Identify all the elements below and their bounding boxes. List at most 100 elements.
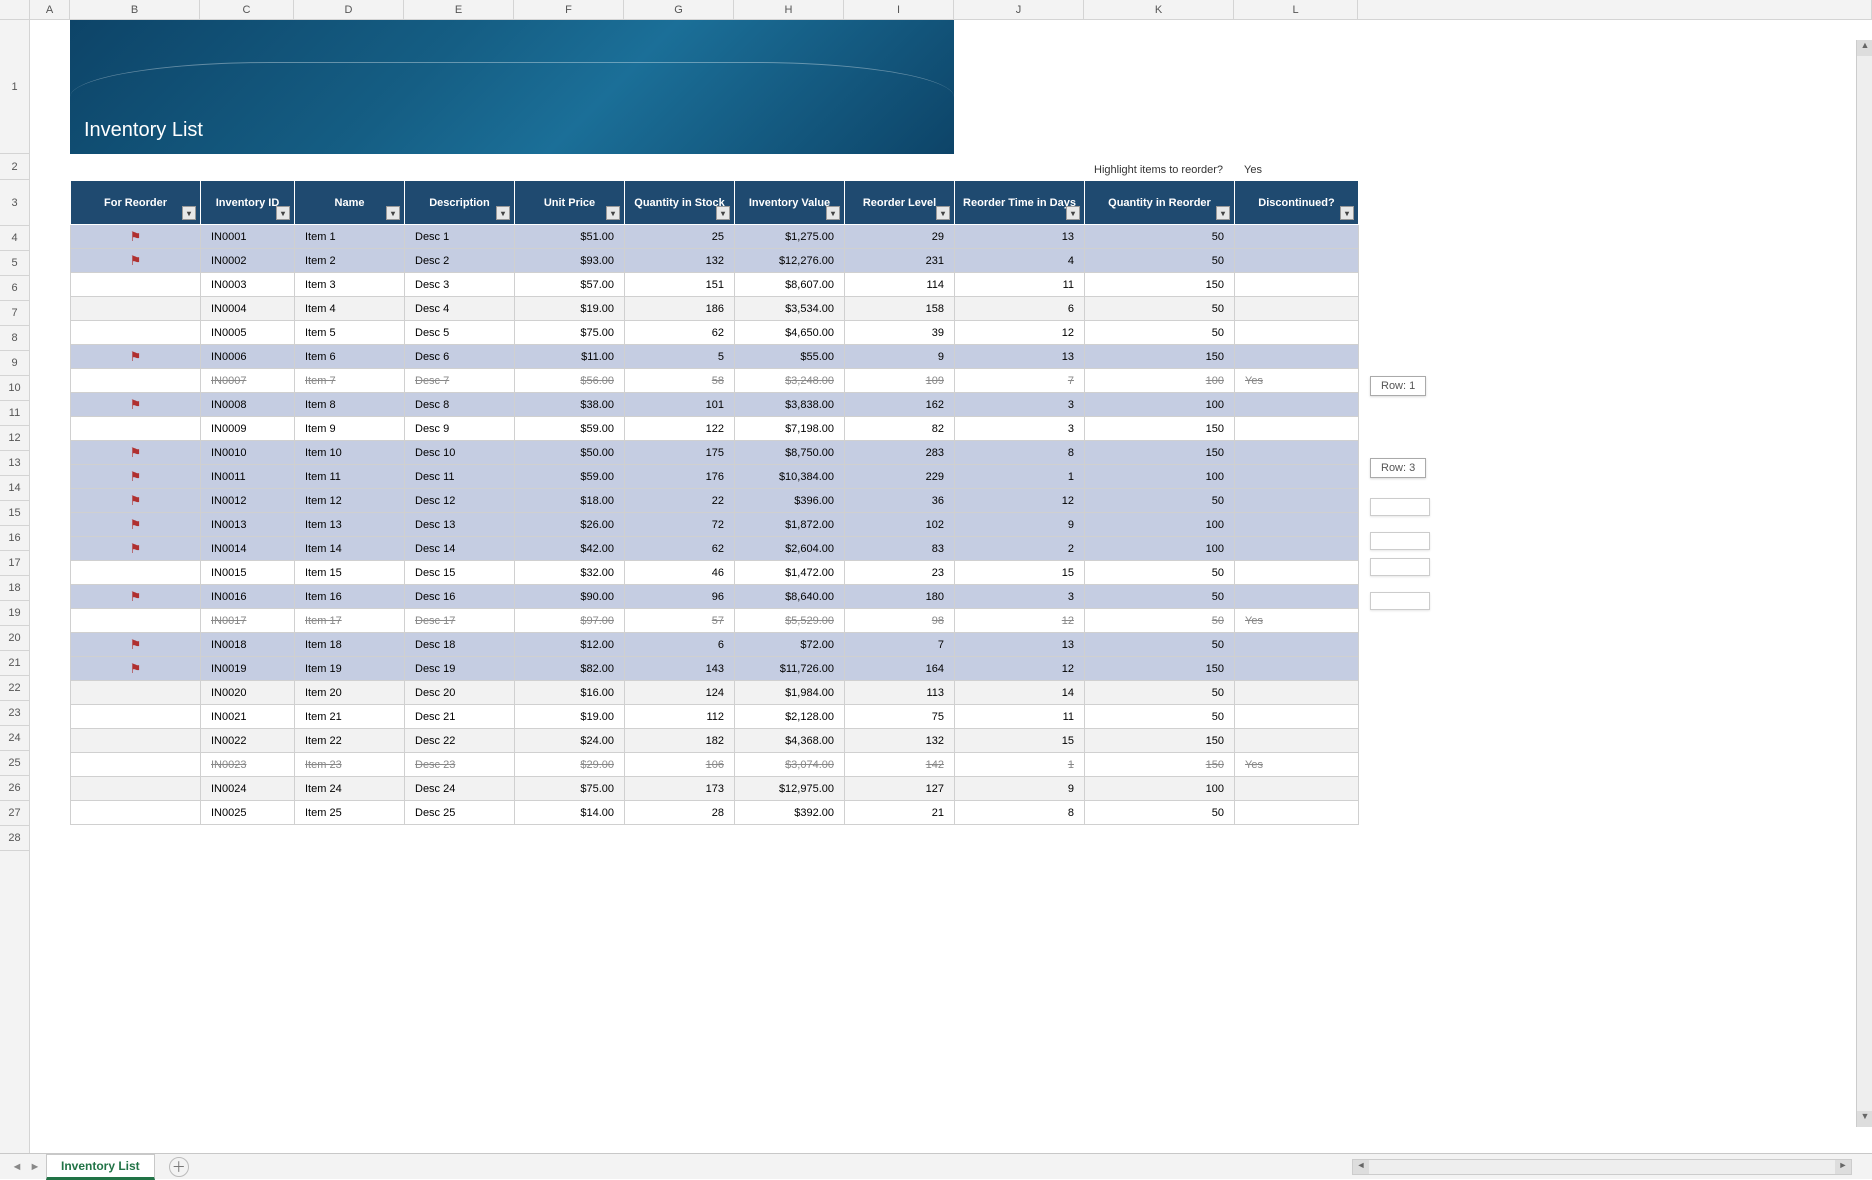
discontinued[interactable]: Yes <box>1235 609 1359 633</box>
reorder-flag[interactable]: ⚑ <box>71 465 201 489</box>
qty-reorder[interactable]: 150 <box>1085 345 1235 369</box>
reorder-level[interactable]: 114 <box>845 273 955 297</box>
reorder-days[interactable]: 9 <box>955 513 1085 537</box>
filter-dropdown-icon[interactable]: ▾ <box>276 206 290 220</box>
discontinued[interactable] <box>1235 273 1359 297</box>
qty-reorder[interactable]: 100 <box>1085 777 1235 801</box>
reorder-days[interactable]: 12 <box>955 489 1085 513</box>
inventory-id[interactable]: IN0022 <box>201 729 295 753</box>
table-row[interactable]: IN0015Item 15Desc 15$32.0046$1,472.00231… <box>71 561 1359 585</box>
item-name[interactable]: Item 6 <box>295 345 405 369</box>
filter-dropdown-icon[interactable]: ▾ <box>496 206 510 220</box>
unit-price[interactable]: $12.00 <box>515 633 625 657</box>
col-quantity-in-stock[interactable]: Quantity in Stock▾ <box>625 181 735 225</box>
unit-price[interactable]: $11.00 <box>515 345 625 369</box>
inventory-id[interactable]: IN0003 <box>201 273 295 297</box>
inventory-value[interactable]: $12,276.00 <box>735 249 845 273</box>
unit-price[interactable]: $59.00 <box>515 417 625 441</box>
table-row[interactable]: ⚑IN0002Item 2Desc 2$93.00132$12,276.0023… <box>71 249 1359 273</box>
inventory-value[interactable]: $392.00 <box>735 801 845 825</box>
reorder-level[interactable]: 113 <box>845 681 955 705</box>
qty-stock[interactable]: 57 <box>625 609 735 633</box>
qty-stock[interactable]: 101 <box>625 393 735 417</box>
item-name[interactable]: Item 3 <box>295 273 405 297</box>
reorder-days[interactable]: 11 <box>955 273 1085 297</box>
item-name[interactable]: Item 25 <box>295 801 405 825</box>
inventory-value[interactable]: $3,838.00 <box>735 393 845 417</box>
reorder-days[interactable]: 3 <box>955 585 1085 609</box>
item-desc[interactable]: Desc 21 <box>405 705 515 729</box>
inventory-value[interactable]: $7,198.00 <box>735 417 845 441</box>
item-name[interactable]: Item 1 <box>295 225 405 249</box>
item-desc[interactable]: Desc 1 <box>405 225 515 249</box>
table-row[interactable]: ⚑IN0006Item 6Desc 6$11.005$55.00913150 <box>71 345 1359 369</box>
qty-stock[interactable]: 176 <box>625 465 735 489</box>
reorder-level[interactable]: 162 <box>845 393 955 417</box>
reorder-days[interactable]: 6 <box>955 297 1085 321</box>
item-desc[interactable]: Desc 14 <box>405 537 515 561</box>
row-header-6[interactable]: 6 <box>0 276 29 301</box>
inventory-value[interactable]: $4,650.00 <box>735 321 845 345</box>
inventory-value[interactable]: $55.00 <box>735 345 845 369</box>
qty-reorder[interactable]: 150 <box>1085 441 1235 465</box>
reorder-flag[interactable]: ⚑ <box>71 225 201 249</box>
inventory-value[interactable]: $8,607.00 <box>735 273 845 297</box>
item-name[interactable]: Item 12 <box>295 489 405 513</box>
qty-stock[interactable]: 72 <box>625 513 735 537</box>
inventory-id[interactable]: IN0024 <box>201 777 295 801</box>
unit-price[interactable]: $59.00 <box>515 465 625 489</box>
reorder-flag[interactable]: ⚑ <box>71 537 201 561</box>
qty-reorder[interactable]: 50 <box>1085 561 1235 585</box>
reorder-flag[interactable]: ⚑ <box>71 249 201 273</box>
add-sheet-button[interactable]: ＋ <box>169 1157 189 1177</box>
table-row[interactable]: IN0003Item 3Desc 3$57.00151$8,607.001141… <box>71 273 1359 297</box>
col-header-J[interactable]: J <box>954 0 1084 19</box>
item-desc[interactable]: Desc 11 <box>405 465 515 489</box>
row-header-27[interactable]: 27 <box>0 801 29 826</box>
item-desc[interactable]: Desc 20 <box>405 681 515 705</box>
item-desc[interactable]: Desc 22 <box>405 729 515 753</box>
item-desc[interactable]: Desc 18 <box>405 633 515 657</box>
reorder-flag[interactable] <box>71 801 201 825</box>
discontinued[interactable] <box>1235 225 1359 249</box>
qty-reorder[interactable]: 50 <box>1085 801 1235 825</box>
row-header-3[interactable]: 3 <box>0 180 29 226</box>
qty-reorder[interactable]: 100 <box>1085 393 1235 417</box>
reorder-level[interactable]: 164 <box>845 657 955 681</box>
comment-note[interactable]: Row: 3 <box>1370 458 1426 478</box>
item-desc[interactable]: Desc 5 <box>405 321 515 345</box>
reorder-level[interactable]: 127 <box>845 777 955 801</box>
discontinued[interactable] <box>1235 681 1359 705</box>
qty-stock[interactable]: 124 <box>625 681 735 705</box>
col-unit-price[interactable]: Unit Price▾ <box>515 181 625 225</box>
table-row[interactable]: ⚑IN0008Item 8Desc 8$38.00101$3,838.00162… <box>71 393 1359 417</box>
table-row[interactable]: ⚑IN0013Item 13Desc 13$26.0072$1,872.0010… <box>71 513 1359 537</box>
inventory-value[interactable]: $72.00 <box>735 633 845 657</box>
discontinued[interactable] <box>1235 729 1359 753</box>
unit-price[interactable]: $26.00 <box>515 513 625 537</box>
table-row[interactable]: IN0020Item 20Desc 20$16.00124$1,984.0011… <box>71 681 1359 705</box>
item-name[interactable]: Item 11 <box>295 465 405 489</box>
qty-stock[interactable]: 62 <box>625 321 735 345</box>
col-reorder-time-in-days[interactable]: Reorder Time in Days▾ <box>955 181 1085 225</box>
inventory-id[interactable]: IN0010 <box>201 441 295 465</box>
reorder-days[interactable]: 11 <box>955 705 1085 729</box>
item-name[interactable]: Item 24 <box>295 777 405 801</box>
qty-reorder[interactable]: 100 <box>1085 369 1235 393</box>
unit-price[interactable]: $50.00 <box>515 441 625 465</box>
table-row[interactable]: IN0009Item 9Desc 9$59.00122$7,198.008231… <box>71 417 1359 441</box>
item-name[interactable]: Item 2 <box>295 249 405 273</box>
unit-price[interactable]: $93.00 <box>515 249 625 273</box>
row-header-19[interactable]: 19 <box>0 601 29 626</box>
reorder-flag[interactable] <box>71 729 201 753</box>
item-desc[interactable]: Desc 15 <box>405 561 515 585</box>
filter-dropdown-icon[interactable]: ▾ <box>1066 206 1080 220</box>
item-desc[interactable]: Desc 25 <box>405 801 515 825</box>
discontinued[interactable] <box>1235 561 1359 585</box>
filter-dropdown-icon[interactable]: ▾ <box>1340 206 1354 220</box>
reorder-days[interactable]: 4 <box>955 249 1085 273</box>
unit-price[interactable]: $56.00 <box>515 369 625 393</box>
reorder-level[interactable]: 102 <box>845 513 955 537</box>
inventory-value[interactable]: $3,248.00 <box>735 369 845 393</box>
scroll-right-icon[interactable]: ► <box>1835 1160 1851 1174</box>
